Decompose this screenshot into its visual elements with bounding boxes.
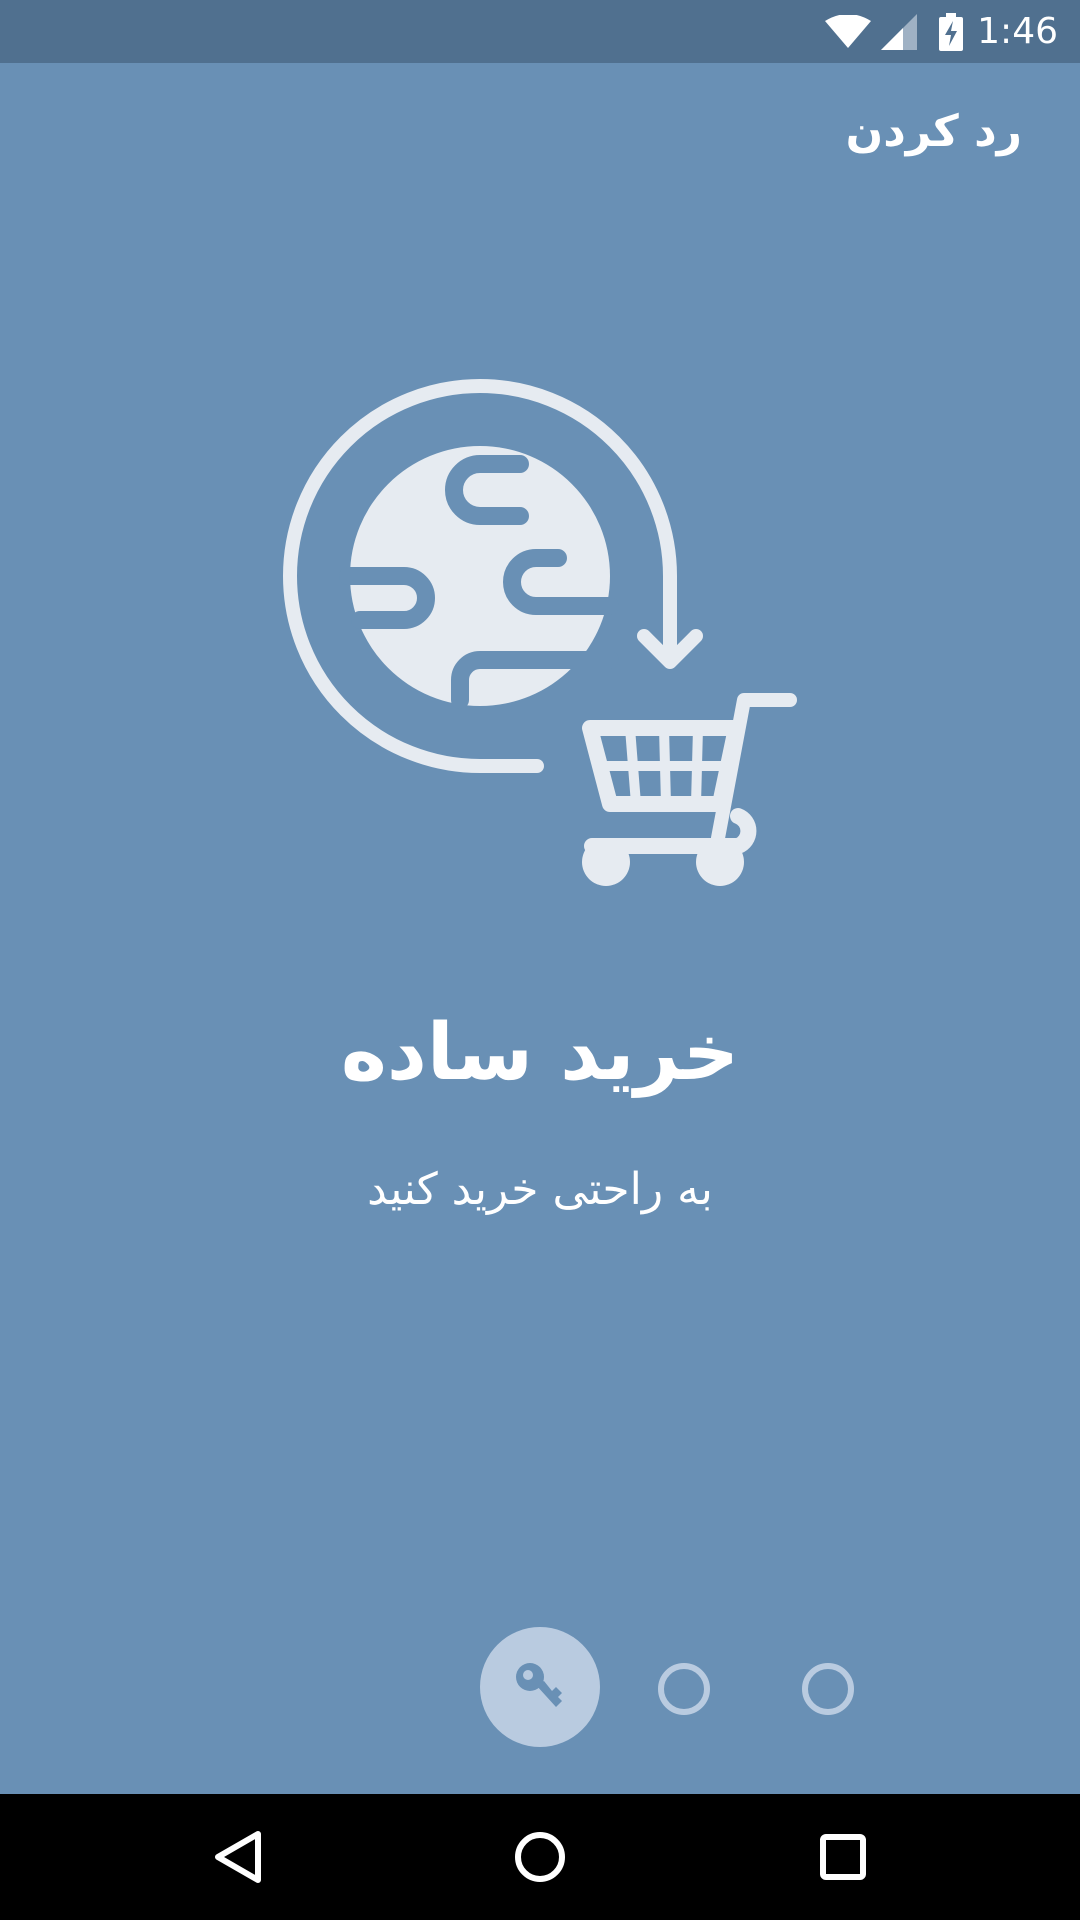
home-icon <box>515 1832 565 1882</box>
battery-charging-icon <box>939 12 964 51</box>
hero-illustration <box>270 360 810 900</box>
key-icon <box>516 1663 562 1707</box>
navigation-bar <box>0 1794 1080 1920</box>
slide-subtitle: به راحتی خرید کنید <box>367 1164 713 1215</box>
wifi-icon <box>825 14 872 49</box>
back-icon <box>215 1831 261 1883</box>
status-time: 1:46 <box>977 11 1058 52</box>
home-button[interactable] <box>495 1812 585 1902</box>
skip-button[interactable]: رد کردن <box>836 98 1032 166</box>
recents-icon <box>820 1834 866 1880</box>
page-indicator-dot-2[interactable] <box>658 1663 710 1715</box>
recents-button[interactable] <box>798 1812 888 1902</box>
cell-signal-icon <box>881 13 918 50</box>
back-button[interactable] <box>192 1812 282 1902</box>
slide-title: خرید ساده <box>340 1008 740 1098</box>
page-indicator <box>0 1627 1080 1747</box>
status-bar: 1:46 <box>0 0 1080 63</box>
page-indicator-dot-3[interactable] <box>802 1663 854 1715</box>
global-shopping-cart-icon <box>283 379 797 886</box>
page-indicator-active[interactable] <box>480 1627 600 1747</box>
status-icons: 1:46 <box>825 0 1058 63</box>
